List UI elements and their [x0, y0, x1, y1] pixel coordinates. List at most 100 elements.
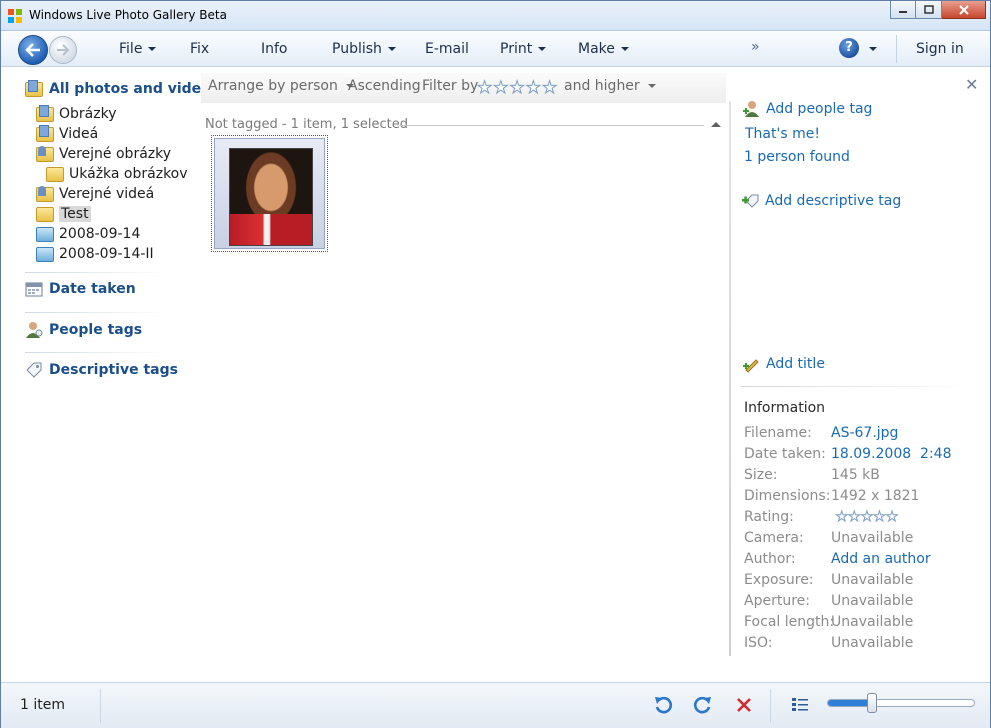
menu-make-label: Make [578, 41, 615, 57]
star-icon[interactable]: ★ [885, 510, 899, 525]
menu-email[interactable]: E-mail [425, 41, 469, 57]
thumbnail-selection [214, 138, 325, 249]
add-title-label: Add title [766, 356, 825, 372]
add-descriptive-tag-link[interactable]: Add descriptive tag [742, 192, 901, 210]
menu-info[interactable]: Info [261, 41, 288, 57]
filename-value[interactable]: AS-67.jpg [831, 425, 898, 441]
zoom-slider[interactable] [827, 693, 975, 713]
add-people-tag-link[interactable]: Add people tag [743, 100, 872, 118]
close-window-button[interactable] [942, 1, 986, 19]
aperture-value: Unavailable [831, 593, 914, 609]
date-taken-item[interactable]: Date taken [25, 281, 136, 297]
star-icon[interactable]: ★ [493, 79, 509, 98]
star-icon[interactable]: ★ [835, 510, 849, 525]
main-toolbar: File Fix Info Publish E-mail Print Make … [1, 31, 990, 67]
info-key: Rating: [744, 509, 794, 525]
back-button[interactable] [18, 35, 48, 65]
view-details-button[interactable] [788, 693, 812, 717]
close-pane-button[interactable]: ✕ [965, 75, 978, 94]
rating-filter[interactable]: ★ ★ ★ ★ ★ [476, 79, 557, 98]
minimize-button[interactable] [890, 1, 916, 19]
delete-x-icon [737, 698, 751, 712]
arrange-by-label: Arrange by person [208, 78, 338, 94]
rating-stars[interactable]: ★ ★ ★ ★ ★ [835, 510, 899, 525]
star-icon[interactable]: ★ [848, 510, 862, 525]
star-icon[interactable]: ★ [525, 79, 541, 98]
add-author-link[interactable]: Add an author [831, 551, 931, 567]
menu-publish[interactable]: Publish [332, 41, 396, 57]
photo-thumbnail[interactable] [211, 135, 328, 252]
tree-item-verejne-videa[interactable]: Verejné videá [36, 185, 154, 202]
info-size: Size: 145 kB [744, 467, 880, 483]
star-icon[interactable]: ★ [541, 79, 557, 98]
descriptive-tags-item[interactable]: Descriptive tags [25, 361, 178, 379]
persons-found-link[interactable]: 1 person found [744, 149, 850, 165]
zoom-slider-fill [828, 700, 872, 706]
rotate-right-button[interactable] [691, 693, 715, 717]
more-commands-button[interactable]: » [751, 39, 760, 55]
add-people-tag-label: Add people tag [766, 101, 873, 117]
thats-me-link[interactable]: That's me! [745, 126, 820, 142]
forward-button[interactable] [49, 36, 77, 64]
delete-button[interactable] [732, 693, 756, 717]
item-count: 1 item [20, 697, 65, 713]
arrange-by-dropdown[interactable]: Arrange by person [208, 78, 354, 94]
rotate-left-button[interactable] [651, 693, 675, 717]
tag-icon [26, 362, 42, 378]
people-tags-item[interactable]: People tags [25, 321, 142, 339]
window-title: Windows Live Photo Gallery Beta [29, 8, 227, 22]
dimensions-value: 1492 x 1821 [831, 488, 920, 504]
info-aperture: Aperture: Unavailable [744, 593, 913, 609]
tree-item-label: Ukážka obrázkov [69, 166, 188, 182]
tree-item-videa[interactable]: Videá [36, 124, 98, 142]
info-exposure: Exposure: Unavailable [744, 572, 913, 588]
add-title-link[interactable]: Add title [743, 355, 825, 373]
folder-icon [36, 206, 54, 222]
star-icon[interactable]: ★ [860, 510, 874, 525]
nav-divider [25, 312, 170, 313]
focal-length-value: Unavailable [831, 614, 914, 630]
tree-item-test[interactable]: Test [36, 206, 91, 222]
help-icon[interactable]: ? [839, 38, 859, 58]
menu-print[interactable]: Print [500, 41, 547, 57]
and-higher-dropdown[interactable]: and higher [564, 78, 656, 94]
tree-item-verejne-obrazky[interactable]: Verejné obrázky [36, 145, 172, 162]
star-icon[interactable]: ★ [476, 79, 492, 98]
group-header[interactable]: Not tagged - 1 item, 1 selected [205, 117, 408, 132]
sign-in-link[interactable]: Sign in [916, 41, 964, 57]
add-person-icon [743, 101, 759, 117]
rotate-clockwise-icon [694, 696, 711, 714]
star-icon[interactable]: ★ [873, 510, 887, 525]
descriptive-tags-label: Descriptive tags [49, 362, 178, 378]
menu-fix[interactable]: Fix [190, 41, 209, 57]
app-window: Windows Live Photo Gallery Beta File Fix… [0, 0, 991, 728]
tree-item-2008-09-14[interactable]: 2008-09-14 [36, 226, 140, 242]
chevron-down-icon [647, 84, 656, 88]
sort-order-button[interactable]: Ascending [348, 78, 421, 94]
zoom-slider-thumb[interactable] [867, 693, 877, 713]
tree-item-ukazka-obrazkov[interactable]: Ukážka obrázkov [46, 166, 188, 182]
tree-item-2008-09-14-ii[interactable]: 2008-09-14-II [36, 246, 154, 262]
minimize-icon [899, 10, 907, 13]
tree-item-obrazky[interactable]: Obrázky [36, 104, 117, 122]
pane-splitter[interactable] [729, 101, 731, 656]
all-photos-videos-item[interactable]: All photos and videos [25, 79, 219, 97]
star-icon[interactable]: ★ [509, 79, 525, 98]
chevron-down-icon [387, 47, 396, 51]
info-key: Camera: [744, 530, 804, 546]
info-divider [741, 386, 976, 387]
menu-file[interactable]: File [119, 41, 157, 57]
people-tag-icon [26, 322, 43, 338]
people-tags-label: People tags [49, 322, 143, 338]
size-value: 145 kB [831, 467, 880, 483]
status-bar: 1 item [1, 682, 990, 728]
maximize-button[interactable] [916, 1, 942, 19]
menu-make[interactable]: Make [578, 41, 629, 57]
help-dropdown-icon[interactable] [869, 47, 877, 51]
collapse-group-icon[interactable] [711, 122, 721, 127]
info-iso: ISO: Unavailable [744, 635, 913, 651]
tree-item-label: Verejné obrázky [59, 146, 172, 162]
status-divider [100, 689, 101, 723]
tree-item-label: Obrázky [59, 106, 117, 122]
date-taken-value[interactable]: 18.09.2008 2:48 [831, 446, 952, 462]
